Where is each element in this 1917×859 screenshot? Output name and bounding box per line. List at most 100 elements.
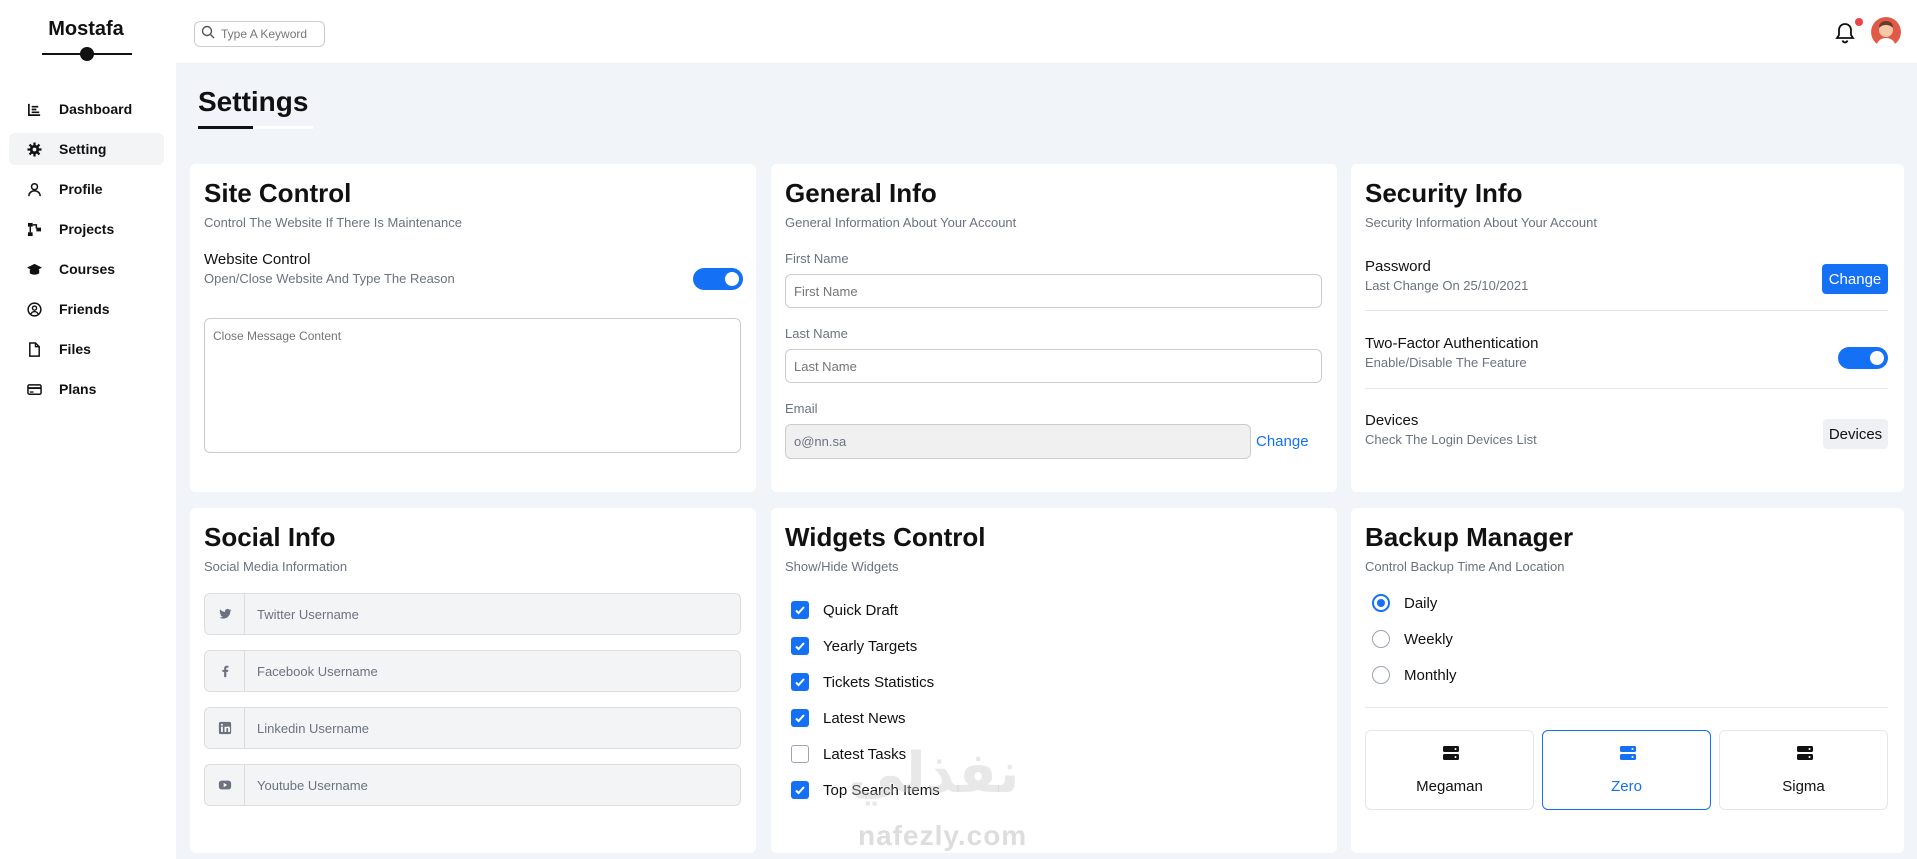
backup-manager-card: Backup Manager Control Backup Time And L… [1351, 508, 1904, 853]
title-underline-accent [198, 126, 253, 129]
radio-selected[interactable] [1372, 594, 1390, 612]
first-name-field[interactable] [785, 274, 1322, 308]
devices-row: Devices Check The Login Devices List [1365, 412, 1537, 447]
change-email-link[interactable]: Change [1256, 433, 1309, 450]
diagram-icon [23, 221, 45, 237]
notification-dot [1855, 18, 1863, 26]
linkedin-input[interactable] [245, 720, 725, 736]
server-icon [1443, 746, 1459, 760]
widget-label: Quick Draft [823, 601, 899, 619]
check-icon [795, 642, 805, 651]
linkedin-icon [205, 708, 245, 748]
widget-label: Latest News [823, 709, 906, 727]
backup-option-weekly[interactable]: Weekly [1372, 630, 1453, 648]
checkbox-checked[interactable] [791, 781, 809, 799]
checkbox-checked[interactable] [791, 673, 809, 691]
card-title: Social Info [204, 522, 336, 552]
sidebar-item-label: Dashboard [59, 101, 133, 117]
sidebar-item-profile[interactable]: Profile [9, 173, 164, 205]
youtube-input[interactable] [245, 777, 725, 793]
checkbox-checked[interactable] [791, 601, 809, 619]
search-icon [201, 25, 215, 44]
gear-icon [23, 141, 45, 157]
facebook-icon [205, 651, 245, 691]
radio-unselected[interactable] [1372, 630, 1390, 648]
page-title: Settings [198, 86, 309, 117]
twitter-icon [205, 594, 245, 634]
card-title: Site Control [204, 178, 352, 208]
website-control-title: Website Control [204, 251, 311, 268]
facebook-field-row [204, 650, 741, 692]
email-field[interactable] [785, 424, 1251, 459]
facebook-input[interactable] [245, 663, 725, 679]
search-input[interactable] [221, 27, 321, 41]
credit-card-icon [23, 381, 45, 397]
website-control-row: Website Control Open/Close Website And T… [204, 251, 455, 286]
two-factor-toggle[interactable] [1838, 347, 1888, 369]
top-header [176, 0, 1917, 64]
checkbox-checked[interactable] [791, 637, 809, 655]
check-icon [795, 714, 805, 723]
widget-yearly-targets[interactable]: Yearly Targets [791, 637, 917, 655]
devices-button[interactable]: Devices [1823, 419, 1888, 449]
sidebar-item-dashboard[interactable]: Dashboard [9, 93, 164, 125]
server-megaman[interactable]: Megaman [1365, 730, 1534, 810]
card-subtitle: Social Media Information [204, 559, 348, 574]
backup-option-daily[interactable]: Daily [1372, 594, 1437, 612]
card-subtitle: General Information About Your Account [785, 215, 1017, 230]
card-subtitle: Security Information About Your Account [1365, 215, 1597, 230]
user-icon [23, 181, 45, 197]
check-icon [795, 606, 805, 615]
check-icon [795, 678, 805, 687]
devices-desc: Check The Login Devices List [1365, 432, 1537, 447]
widget-quick-draft[interactable]: Quick Draft [791, 601, 898, 619]
server-icon [1797, 746, 1813, 760]
sidebar-item-friends[interactable]: Friends [9, 293, 164, 325]
two-factor-desc: Enable/Disable The Feature [1365, 355, 1527, 370]
card-title: Backup Manager [1365, 522, 1574, 552]
widget-label: Yearly Targets [823, 637, 918, 655]
youtube-icon [205, 765, 245, 805]
youtube-field-row [204, 764, 741, 806]
sidebar-item-label: Setting [59, 141, 107, 157]
sidebar-item-files[interactable]: Files [9, 333, 164, 365]
widget-tickets-statistics[interactable]: Tickets Statistics [791, 673, 934, 691]
general-info-card: General Info General Information About Y… [771, 164, 1337, 492]
widget-latest-news[interactable]: Latest News [791, 709, 906, 727]
sidebar-item-label: Plans [59, 381, 97, 397]
sidebar-nav: Dashboard Setting Profile Projects Cours… [9, 93, 164, 413]
password-title: Password [1365, 258, 1431, 275]
checkbox-checked[interactable] [791, 709, 809, 727]
social-info-card: Social Info Social Media Information [190, 508, 756, 853]
server-zero[interactable]: Zero [1542, 730, 1711, 810]
sidebar-item-plans[interactable]: Plans [9, 373, 164, 405]
sidebar-item-projects[interactable]: Projects [9, 213, 164, 245]
website-control-toggle[interactable] [693, 268, 743, 290]
twitter-input[interactable] [245, 606, 725, 622]
search-box[interactable] [194, 21, 325, 47]
card-subtitle: Control Backup Time And Location [1365, 559, 1565, 574]
security-info-card: Security Info Security Information About… [1351, 164, 1904, 492]
sidebar-item-courses[interactable]: Courses [9, 253, 164, 285]
bell-icon[interactable] [1835, 22, 1855, 44]
backup-option-label: Monthly [1404, 666, 1457, 684]
last-name-label: Last Name [785, 326, 848, 341]
linkedin-field-row [204, 707, 741, 749]
backup-option-monthly[interactable]: Monthly [1372, 666, 1457, 684]
checkbox-unchecked[interactable] [791, 745, 809, 763]
radio-unselected[interactable] [1372, 666, 1390, 684]
sidebar: Mostafa Dashboard Setting Profile Projec… [0, 0, 176, 859]
sidebar-item-setting[interactable]: Setting [9, 133, 164, 165]
first-name-label: First Name [785, 251, 849, 266]
server-sigma[interactable]: Sigma [1719, 730, 1888, 810]
last-name-field[interactable] [785, 349, 1322, 383]
change-password-button[interactable]: Change [1822, 264, 1888, 294]
website-control-desc: Open/Close Website And Type The Reason [204, 271, 455, 286]
sidebar-item-label: Courses [59, 261, 116, 277]
devices-title: Devices [1365, 412, 1419, 429]
avatar[interactable] [1871, 17, 1901, 47]
sidebar-item-label: Friends [59, 301, 110, 317]
card-subtitle: Control The Website If There Is Maintena… [204, 215, 462, 230]
server-label: Sigma [1782, 778, 1825, 795]
close-message-textarea[interactable] [204, 318, 741, 453]
